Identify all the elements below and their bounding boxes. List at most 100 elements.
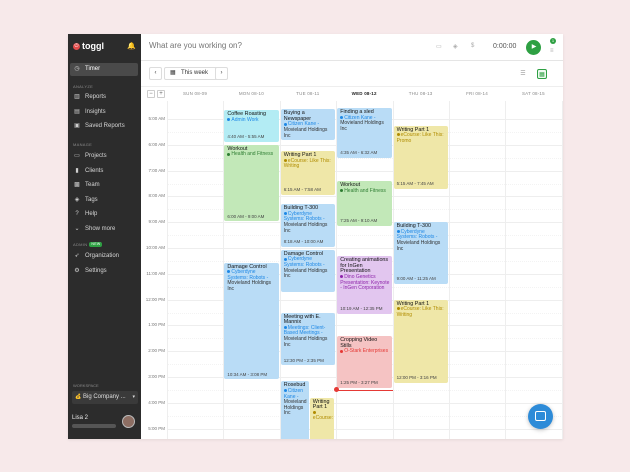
notification-badge[interactable]: 1 — [550, 38, 556, 44]
time-entry[interactable]: Damage Control Cyberdyne Systems: Robots … — [224, 262, 279, 380]
project-name: Cyberdyne Systems: Robots - — [283, 256, 325, 268]
time-entry[interactable]: Writing Part 1 eCourse: Like This: Writin… — [393, 299, 448, 383]
calendar-view-icon[interactable]: ▦ — [537, 69, 547, 79]
user-name[interactable]: Lisa 2 — [72, 415, 88, 421]
time-entry[interactable]: Damage Control Cyberdyne Systems: Robots … — [280, 249, 336, 293]
entry-client: Movieland Holdings Inc — [283, 399, 307, 417]
sidebar-item-label: Help — [85, 211, 98, 217]
project-color-dot — [283, 325, 287, 329]
entry-time-range: 4:35 AM - 6:32 AM — [340, 150, 378, 155]
sidebar-item-label: Tags — [85, 196, 98, 203]
time-entry[interactable]: Workout Health and Fitness 7:25 AM - 9:10 … — [337, 181, 392, 226]
time-entry[interactable]: Building T-300 Cyberdyne Systems: Robots … — [280, 204, 336, 248]
section-label-manage: MANAGE — [73, 142, 93, 147]
time-entry[interactable]: Writing Part 1 eCourse: Like This: Promo 5… — [393, 125, 448, 189]
time-entry[interactable]: Creating animations for InGen Presentati… — [337, 256, 392, 314]
project-name: Health and Fitness — [231, 151, 274, 158]
folder-icon[interactable]: ▭ — [436, 43, 442, 50]
zoom-in-button[interactable]: + — [157, 90, 165, 98]
start-timer-button[interactable]: ▶ — [526, 40, 541, 55]
hour-gridline — [167, 402, 563, 404]
entry-client: Movieland Holdings Inc — [396, 240, 441, 252]
time-entry[interactable]: Building T-300 Cyberdyne Systems: Robots … — [393, 222, 448, 284]
sidebar-item-label: Projects — [85, 153, 107, 159]
hour-gridline — [167, 428, 563, 430]
sidebar-item-show-more[interactable]: ⌄ Show more — [70, 223, 138, 236]
time-entry[interactable]: Cropping Video Stills O-Stark Enterprises… — [337, 336, 392, 388]
calendar-toolbar: ‹ ▦ This week › ☰ ▦ — [141, 61, 563, 87]
entry-project: Cyberdyne Systems: Robots - — [283, 256, 333, 268]
clock-icon: ◷ — [74, 66, 80, 72]
gear-icon: ⚙ — [74, 267, 80, 274]
hour-label: 10:00 AM — [145, 245, 165, 251]
sidebar-item-insights[interactable]: ▤ Insights — [70, 106, 138, 119]
hour-label: 9:00 AM — [148, 219, 165, 225]
sidebar-item-label: Saved Reports — [85, 123, 125, 129]
section-label-analyze: ANALYZE — [73, 84, 94, 89]
dollar-icon[interactable]: $ — [471, 43, 474, 49]
hour-label: 12:00 PM — [145, 296, 165, 302]
new-badge: NEW — [89, 242, 103, 248]
next-week-button[interactable]: › — [215, 67, 228, 80]
day-header: TUE 08-11 — [296, 91, 320, 96]
tag-icon[interactable]: ◈ — [453, 43, 458, 50]
entry-project: Admin Work — [227, 117, 276, 124]
project-name: eCourse: Like This: Writing — [396, 306, 444, 318]
time-entry[interactable]: Coffee Roasting Admin Work 4:40 AM - 5:55 … — [224, 110, 279, 142]
entry-project: eCourse: — [312, 411, 333, 422]
entry-project: eCourse: Like This: Writing — [396, 306, 446, 318]
sidebar-item-organization[interactable]: ➶ Organization — [70, 250, 138, 263]
time-entry[interactable]: Writing Part 1 eCourse: Like This: Writin… — [280, 151, 336, 195]
hour-label: 5:00 PM — [148, 425, 165, 431]
timer-bar: ▭ ◈ $ 0:00:00 ▶ 1 ≡ — [141, 34, 563, 61]
day-column-divider — [561, 101, 563, 439]
day-column-divider — [505, 101, 507, 439]
hour-label: 2:00 PM — [148, 348, 165, 354]
sidebar-item-help[interactable]: ? Help — [70, 208, 138, 221]
time-entry[interactable]: Workout Health and Fitness 6:00 AM - 9:00 … — [224, 144, 279, 222]
chat-support-button[interactable] — [528, 404, 553, 429]
workspace-selector[interactable]: 💰 Big Company ... ▾ — [72, 391, 138, 404]
avatar[interactable] — [122, 415, 135, 428]
time-entry[interactable]: Rosebud Citizen Kane - Movieland Holdings … — [280, 381, 309, 439]
hour-label: 4:00 PM — [148, 399, 165, 405]
previous-week-button[interactable]: ‹ — [149, 67, 162, 80]
reports-icon: ▥ — [74, 94, 80, 100]
sidebar-item-label: Insights — [85, 108, 106, 115]
sidebar-item-settings[interactable]: ⚙ Settings — [70, 265, 138, 278]
project-color-dot — [283, 159, 287, 163]
workspace-icon: 💰 — [75, 394, 82, 400]
more-options-icon[interactable]: ≡ — [550, 48, 554, 54]
sidebar-item-clients[interactable]: ▮ Clients — [70, 165, 138, 178]
sidebar-item-timer[interactable]: ◷ Timer — [70, 63, 138, 76]
zoom-out-button[interactable]: − — [147, 90, 155, 98]
help-icon: ? — [75, 211, 79, 217]
sidebar-item-reports[interactable]: ▥ Reports — [70, 91, 138, 104]
sidebar-item-projects[interactable]: ▭ Projects — [70, 150, 138, 163]
time-entry[interactable]: Writing Part 1 eCourse: — [309, 397, 334, 439]
entry-time-range: 12:30 PM - 2:35 PM — [283, 357, 324, 363]
sidebar-item-team[interactable]: ▩ Team — [70, 179, 138, 192]
sidebar-item-label: Settings — [85, 267, 107, 274]
sidebar-item-tags[interactable]: ◈ Tags — [70, 194, 138, 207]
entry-time-range: 5:15 AM - 7:45 AM — [396, 181, 434, 187]
calendar-grid[interactable]: 5:00 AM 6:00 AM 7:00 AM 8:00 AM 9:00 AM 10:00… — [141, 101, 563, 439]
workspace-name: Big Company ... — [83, 394, 126, 400]
project-color-dot — [396, 307, 400, 311]
day-column-divider — [167, 101, 168, 439]
description-input[interactable] — [149, 41, 429, 50]
project-name: Meetings: Client-Based Meetings - — [283, 324, 326, 337]
time-entry[interactable]: Finding a sled Citizen Kane - Movieland Ho… — [337, 108, 392, 158]
hour-label: 7:00 AM — [148, 167, 165, 173]
app-window: ⏻ toggl 🔔 ◷ Timer ANALYZE ▥ Reports ▤ Insig… — [68, 34, 563, 439]
project-name: eCourse: Like This: Promo — [396, 132, 444, 144]
time-entry[interactable]: Buying a Newspaper Citizen Kane - Movielan… — [280, 109, 336, 140]
bell-icon[interactable]: 🔔 — [127, 42, 136, 50]
entry-project: Health and Fitness — [227, 152, 276, 158]
rocket-icon: ➶ — [74, 253, 80, 259]
time-entry[interactable]: Meeting with E. Mannix Meetings: Client-B… — [280, 312, 336, 366]
list-view-icon[interactable]: ☰ — [518, 69, 528, 79]
sidebar-item-saved-reports[interactable]: ▣ Saved Reports — [70, 120, 138, 133]
day-column-divider — [449, 101, 450, 439]
entry-time-range: 1:25 PM - 3:27 PM — [340, 380, 378, 386]
